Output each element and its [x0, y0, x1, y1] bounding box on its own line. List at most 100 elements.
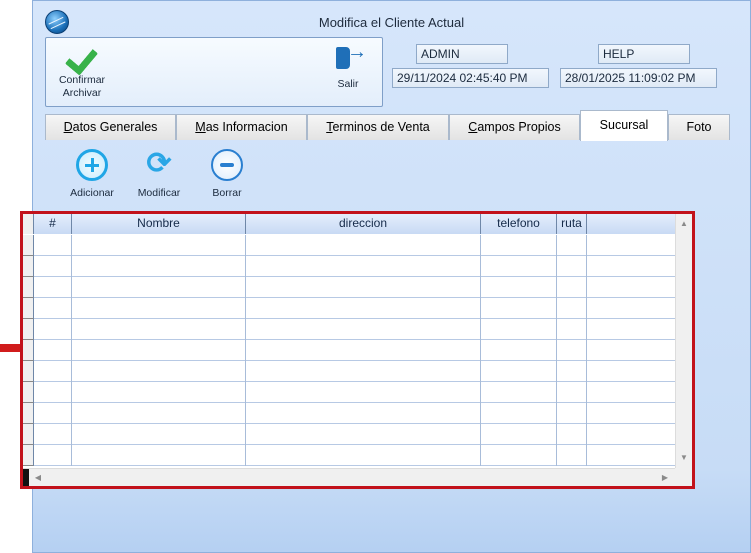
- table-cell[interactable]: [34, 298, 72, 319]
- table-cell[interactable]: [481, 403, 557, 424]
- row-indicator[interactable]: [23, 382, 34, 403]
- table-cell[interactable]: [481, 340, 557, 361]
- table-cell[interactable]: [34, 403, 72, 424]
- table-cell[interactable]: [246, 340, 481, 361]
- table-cell[interactable]: [72, 340, 246, 361]
- table-cell[interactable]: [34, 319, 72, 340]
- table-cell[interactable]: [557, 445, 587, 466]
- table-cell[interactable]: [34, 256, 72, 277]
- table-row[interactable]: [23, 403, 675, 424]
- table-cell[interactable]: [587, 235, 675, 256]
- column-header-nombre[interactable]: Nombre: [72, 214, 246, 234]
- table-cell[interactable]: [246, 319, 481, 340]
- row-indicator[interactable]: [23, 445, 34, 466]
- table-cell[interactable]: [34, 382, 72, 403]
- table-row[interactable]: [23, 382, 675, 403]
- table-cell[interactable]: [557, 298, 587, 319]
- table-cell[interactable]: [557, 361, 587, 382]
- table-cell[interactable]: [246, 403, 481, 424]
- table-cell[interactable]: [246, 445, 481, 466]
- table-cell[interactable]: [587, 277, 675, 298]
- table-cell[interactable]: [557, 256, 587, 277]
- table-cell[interactable]: [34, 277, 72, 298]
- tab-terminos-de-venta[interactable]: Terminos de Venta: [307, 114, 449, 140]
- table-cell[interactable]: [72, 235, 246, 256]
- table-cell[interactable]: [246, 235, 481, 256]
- table-row[interactable]: [23, 256, 675, 277]
- table-row[interactable]: [23, 340, 675, 361]
- table-cell[interactable]: [587, 403, 675, 424]
- table-cell[interactable]: [557, 319, 587, 340]
- column-header-direccion[interactable]: direccion: [246, 214, 481, 234]
- table-cell[interactable]: [246, 298, 481, 319]
- table-cell[interactable]: [246, 277, 481, 298]
- table-cell[interactable]: [72, 361, 246, 382]
- table-cell[interactable]: [557, 340, 587, 361]
- table-cell[interactable]: [481, 277, 557, 298]
- tab-sucursal[interactable]: Sucursal: [580, 110, 668, 141]
- table-cell[interactable]: [481, 445, 557, 466]
- tab-datos-generales[interactable]: Datos Generales: [45, 114, 176, 140]
- table-cell[interactable]: [587, 256, 675, 277]
- table-cell[interactable]: [246, 256, 481, 277]
- table-cell[interactable]: [587, 445, 675, 466]
- table-cell[interactable]: [72, 445, 246, 466]
- scroll-right-icon[interactable]: ▶: [657, 469, 673, 486]
- table-cell[interactable]: [481, 256, 557, 277]
- table-cell[interactable]: [246, 424, 481, 445]
- scroll-down-icon[interactable]: ▼: [676, 450, 692, 466]
- edit-button[interactable]: ⟳ Modificar: [134, 149, 184, 200]
- table-row[interactable]: [23, 298, 675, 319]
- table-cell[interactable]: [587, 298, 675, 319]
- confirm-archive-button[interactable]: Confirmar Archivar: [54, 44, 110, 100]
- table-cell[interactable]: [72, 382, 246, 403]
- table-cell[interactable]: [481, 298, 557, 319]
- row-indicator[interactable]: [23, 235, 34, 256]
- table-cell[interactable]: [72, 277, 246, 298]
- table-row[interactable]: [23, 361, 675, 382]
- table-cell[interactable]: [587, 340, 675, 361]
- table-cell[interactable]: [72, 319, 246, 340]
- table-row[interactable]: [23, 319, 675, 340]
- row-indicator[interactable]: [23, 256, 34, 277]
- table-cell[interactable]: [587, 382, 675, 403]
- table-cell[interactable]: [246, 361, 481, 382]
- horizontal-scrollbar[interactable]: ◀ ▶: [23, 468, 675, 486]
- column-header-ruta[interactable]: ruta: [557, 214, 587, 234]
- tab-foto[interactable]: Foto: [668, 114, 730, 140]
- table-cell[interactable]: [587, 319, 675, 340]
- delete-button[interactable]: Borrar: [207, 149, 247, 199]
- exit-button[interactable]: Salir: [330, 45, 367, 91]
- row-indicator[interactable]: [23, 424, 34, 445]
- row-indicator[interactable]: [23, 403, 34, 424]
- table-cell[interactable]: [72, 424, 246, 445]
- tab-campos-propios[interactable]: Campos Propios: [449, 114, 580, 140]
- table-row[interactable]: [23, 277, 675, 298]
- table-cell[interactable]: [557, 403, 587, 424]
- table-row[interactable]: [23, 445, 675, 466]
- table-cell[interactable]: [557, 382, 587, 403]
- table-row[interactable]: [23, 424, 675, 445]
- table-cell[interactable]: [34, 445, 72, 466]
- table-cell[interactable]: [34, 361, 72, 382]
- scroll-left-icon[interactable]: ◀: [30, 469, 46, 486]
- table-cell[interactable]: [481, 361, 557, 382]
- row-indicator[interactable]: [23, 340, 34, 361]
- table-cell[interactable]: [481, 382, 557, 403]
- table-row[interactable]: [23, 235, 675, 256]
- column-header-number[interactable]: #: [34, 214, 72, 234]
- table-cell[interactable]: [587, 361, 675, 382]
- table-cell[interactable]: [557, 277, 587, 298]
- table-cell[interactable]: [481, 424, 557, 445]
- table-cell[interactable]: [557, 424, 587, 445]
- table-cell[interactable]: [481, 319, 557, 340]
- table-cell[interactable]: [34, 424, 72, 445]
- row-indicator[interactable]: [23, 298, 34, 319]
- scroll-up-icon[interactable]: ▲: [676, 216, 692, 232]
- row-indicator[interactable]: [23, 277, 34, 298]
- table-cell[interactable]: [587, 424, 675, 445]
- table-cell[interactable]: [246, 382, 481, 403]
- add-button[interactable]: Adicionar: [67, 149, 117, 199]
- branch-grid[interactable]: # Nombre direccion telefono ruta ▲ ▼ ◀ ▶: [23, 214, 692, 486]
- table-cell[interactable]: [34, 340, 72, 361]
